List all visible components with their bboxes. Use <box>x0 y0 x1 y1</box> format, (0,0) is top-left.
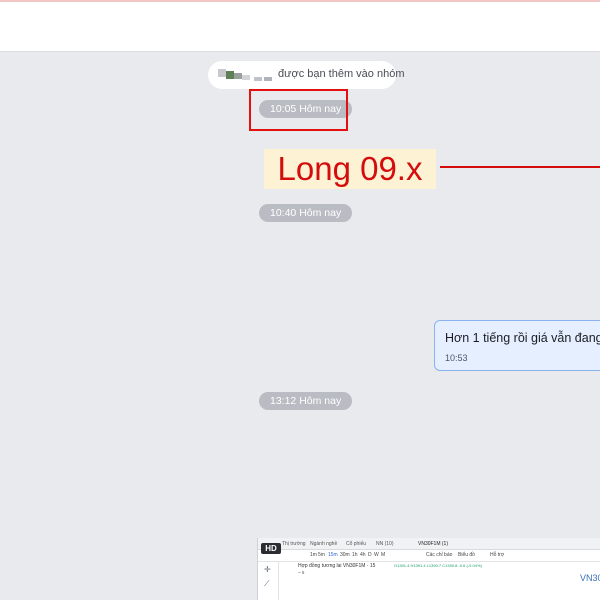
message-bubble[interactable]: Hơn 1 tiếng rồi giá vẫn đang sid 10:53 <box>434 320 600 371</box>
preview-tab: Cổ phiếu <box>346 541 367 547</box>
preview-tool: Các chỉ báo <box>426 552 453 558</box>
image-attachment[interactable]: HD Thị trường Ngành nghề Cổ phiếu NN (10… <box>257 538 600 600</box>
preview-tool: W <box>374 552 379 558</box>
preview-tab: Ngành nghề <box>310 541 338 547</box>
timestamp-divider: 13:12 Hôm nay <box>259 392 353 410</box>
preview-ohlc-text: O1391.4 H1391.4 L1390.7 C1390.8 -0.6 (-0… <box>394 563 482 568</box>
crosshair-icon: ✛ <box>264 565 271 574</box>
preview-sub-text: ~ 6 <box>298 570 305 575</box>
annotation-label: Long 09.x <box>264 149 436 189</box>
preview-tool: 1m <box>310 552 317 558</box>
preview-tool: Biểu đồ <box>458 552 475 558</box>
preview-tool: Hỗ trợ <box>490 552 505 558</box>
annotation-arrow-line <box>440 166 600 168</box>
preview-tab: NN (10) <box>376 541 394 547</box>
preview-tab: Thị trường <box>282 541 306 547</box>
system-message-text: được bạn thêm vào nhóm <box>278 68 405 80</box>
preview-tool: M <box>381 552 386 558</box>
top-bar <box>0 0 600 52</box>
preview-tool: 4h <box>360 552 366 558</box>
preview-tool: 1h <box>352 552 358 558</box>
timestamp-divider: 10:40 Hôm nay <box>259 204 353 222</box>
system-message: được bạn thêm vào nhóm <box>208 61 404 89</box>
preview-tool: 15m <box>328 552 338 558</box>
chat-area[interactable]: được bạn thêm vào nhóm 10:05 Hôm nay Lon… <box>0 53 600 600</box>
preview-tool: 5m <box>318 552 325 558</box>
trend-line-icon: ⟋ <box>264 579 270 588</box>
blurred-avatar-icon <box>218 67 282 83</box>
preview-symbol: VN30 <box>580 573 600 583</box>
preview-drawing-toolbar: ✛ ⟋ <box>258 561 279 600</box>
preview-tool: 30m <box>340 552 350 558</box>
message-time: 10:53 <box>445 353 468 363</box>
highlight-box <box>249 89 348 131</box>
hd-badge: HD <box>261 543 281 554</box>
preview-tool: D <box>368 552 372 558</box>
preview-tab: VN30F1M (1) <box>418 541 449 547</box>
preview-toolbar: 1m 5m 15m 30m 1h 4h D W M Các chỉ báo Bi… <box>258 549 600 562</box>
message-text: Hơn 1 tiếng rồi giá vẫn đang sid <box>445 331 600 345</box>
preview-instrument-title: Hợp đồng tương lai VN30F1M · 15 <box>298 563 376 569</box>
